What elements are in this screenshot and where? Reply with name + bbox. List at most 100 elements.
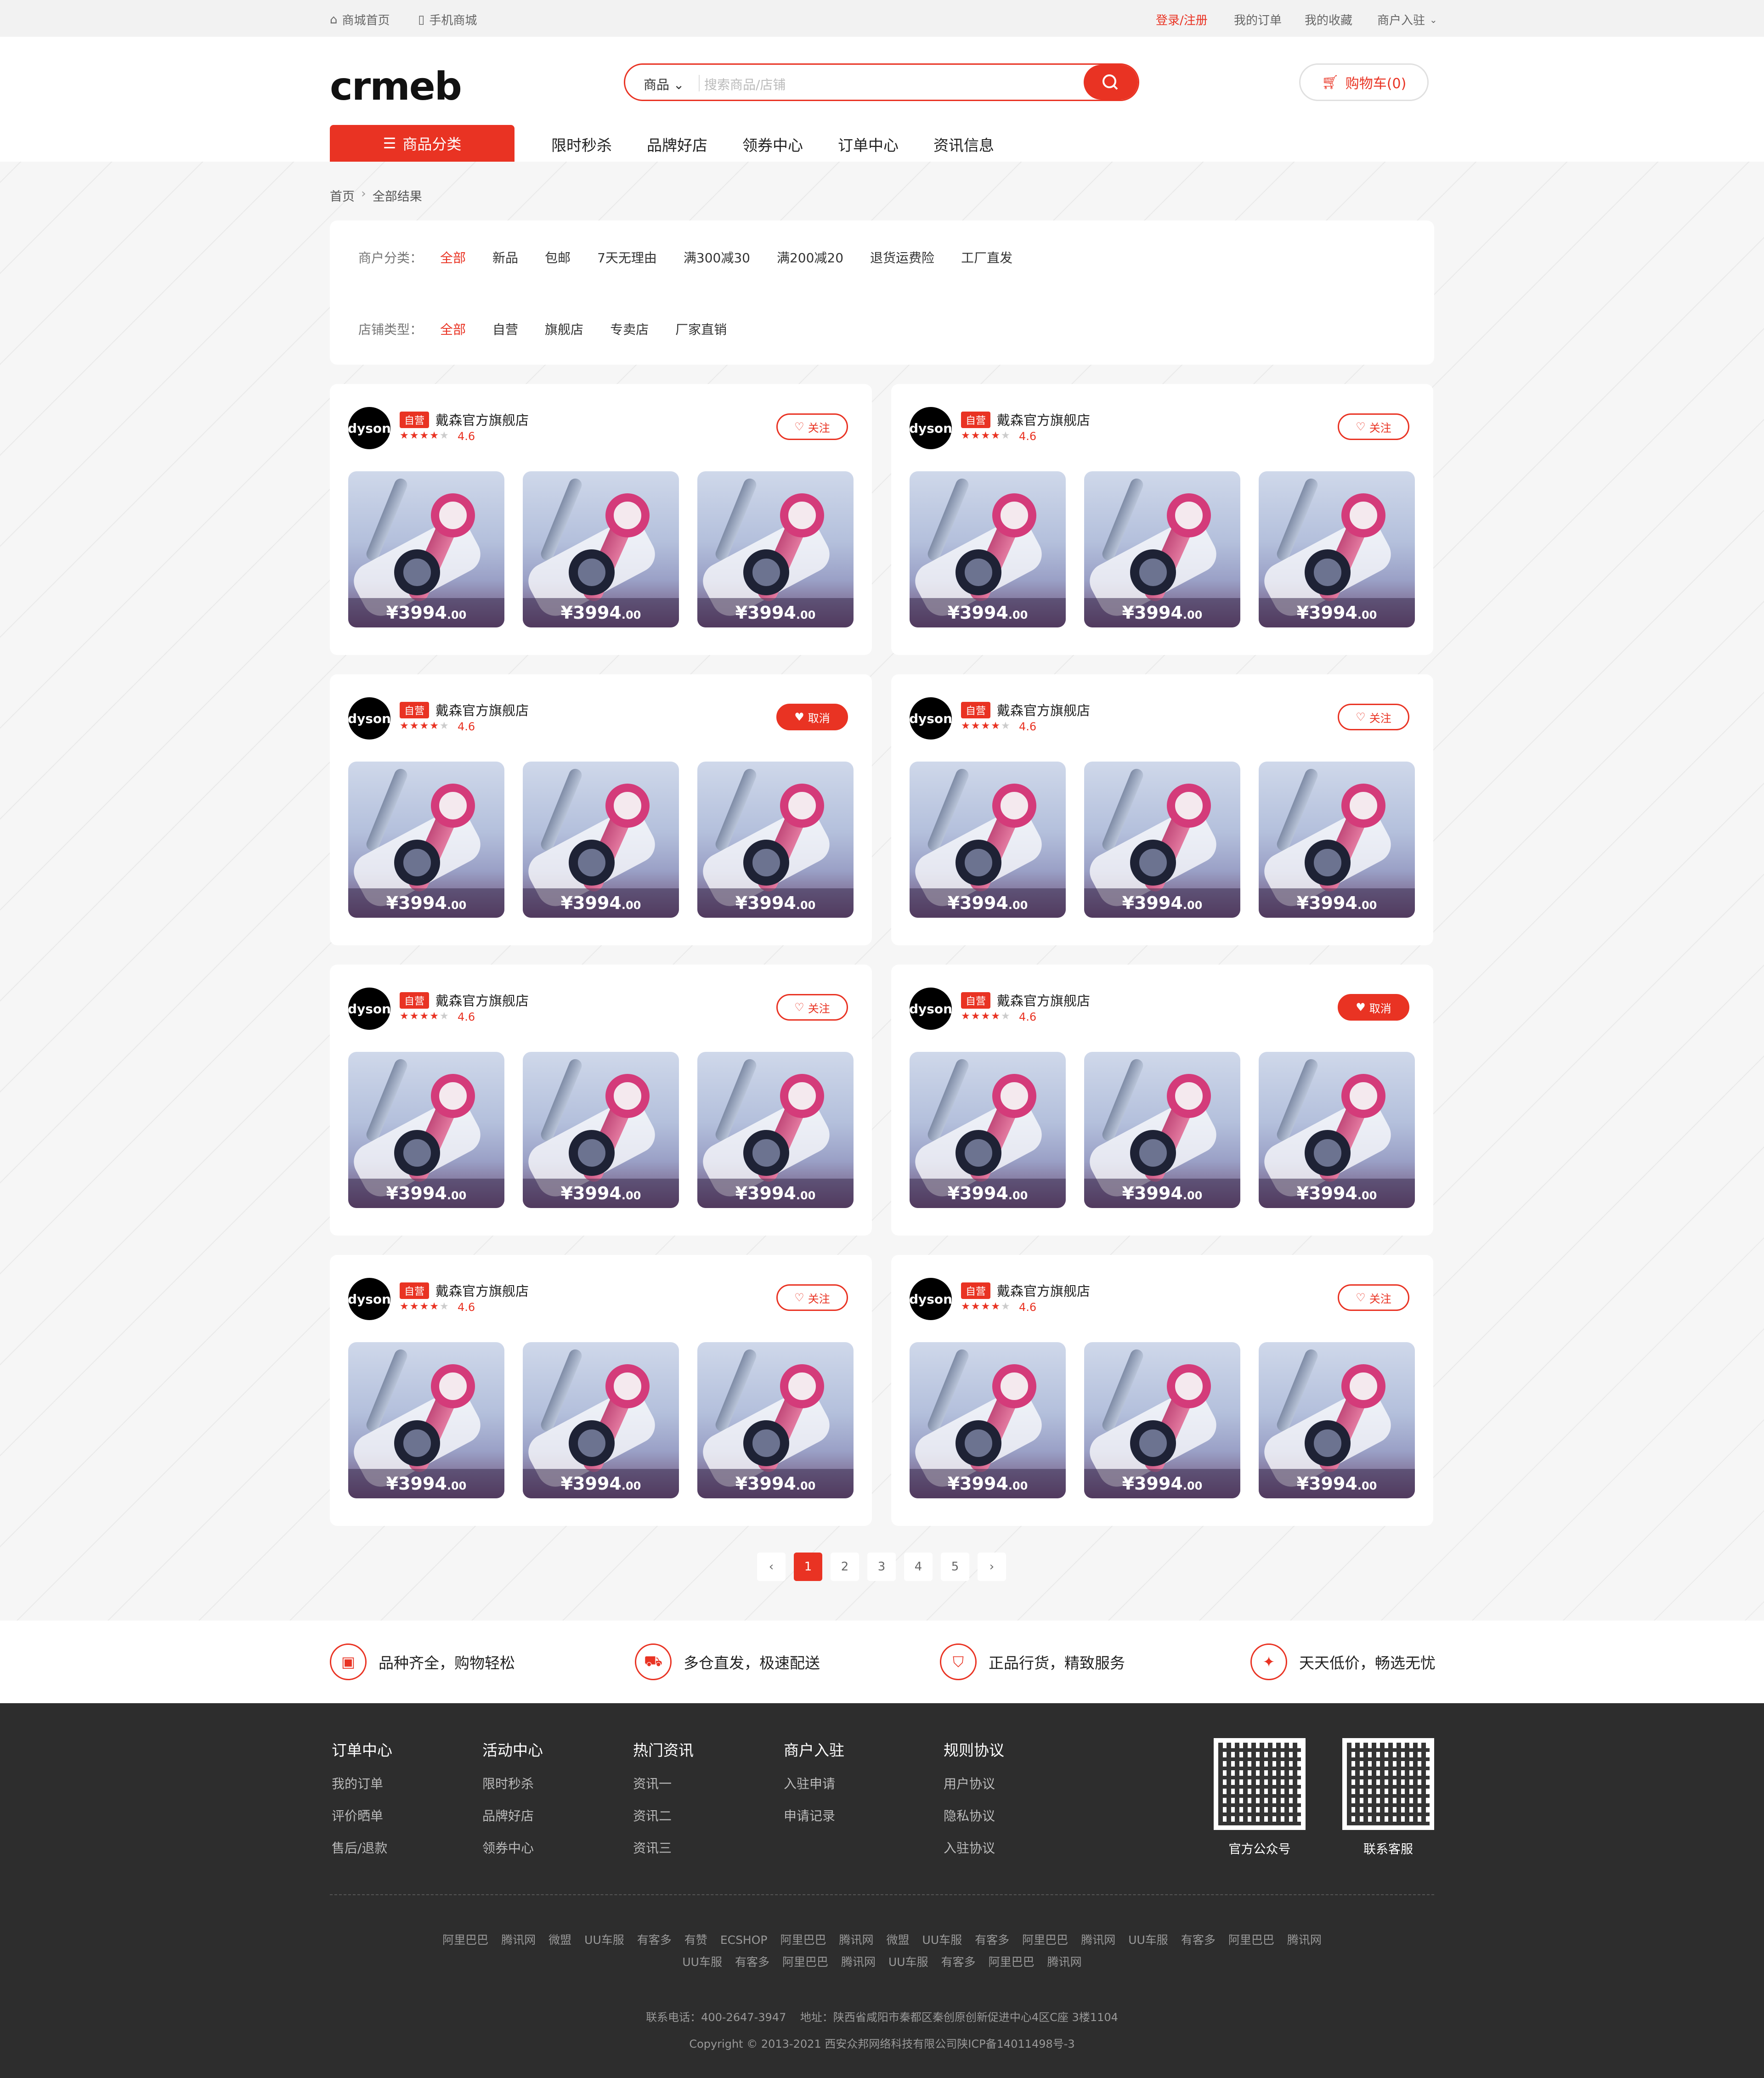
store-name[interactable]: 戴森官方旗舰店: [997, 410, 1090, 429]
footer-link[interactable]: 入驻申请: [784, 1774, 844, 1792]
friend-link[interactable]: 阿里巴巴: [442, 1933, 488, 1947]
product-thumbnail[interactable]: ¥3994.00: [1084, 762, 1240, 918]
follow-button[interactable]: ♡ 关注: [1338, 1284, 1409, 1311]
friend-link[interactable]: 阿里巴巴: [1022, 1933, 1068, 1947]
page-button[interactable]: 3: [867, 1553, 896, 1581]
friend-link[interactable]: 微盟: [887, 1933, 910, 1947]
product-thumbnail[interactable]: ¥3994.00: [910, 762, 1066, 918]
store-type-option[interactable]: 旗舰店: [545, 320, 583, 338]
footer-link[interactable]: 入驻协议: [944, 1838, 1004, 1857]
footer-link[interactable]: 限时秒杀: [482, 1774, 543, 1792]
product-thumbnail[interactable]: ¥3994.00: [1084, 471, 1240, 627]
merchant-option[interactable]: 包邮: [545, 248, 571, 266]
product-thumbnail[interactable]: ¥3994.00: [523, 762, 679, 918]
product-thumbnail[interactable]: ¥3994.00: [697, 471, 854, 627]
friend-link[interactable]: 有客多: [1181, 1933, 1216, 1947]
follow-button[interactable]: ♡ 关注: [1338, 413, 1409, 440]
footer-link[interactable]: 售后/退款: [332, 1838, 392, 1857]
friend-link[interactable]: 腾讯网: [839, 1933, 874, 1947]
cart-button[interactable]: 🛒︎ 购物车(0): [1299, 63, 1429, 101]
merchant-option[interactable]: 满300减30: [684, 248, 750, 266]
friend-link[interactable]: 阿里巴巴: [782, 1955, 828, 1969]
store-name[interactable]: 戴森官方旗舰店: [435, 990, 529, 1010]
footer-link[interactable]: 用户协议: [944, 1774, 1004, 1792]
friend-link[interactable]: 腾讯网: [1047, 1955, 1082, 1969]
friend-link[interactable]: ECSHOP: [720, 1933, 768, 1947]
footer-link[interactable]: 申请记录: [784, 1806, 844, 1824]
page-button[interactable]: 1: [794, 1553, 822, 1581]
my-orders-link[interactable]: 我的订单: [1234, 11, 1282, 28]
search-input[interactable]: 搜索商品/店铺: [704, 75, 786, 93]
store-avatar[interactable]: dyson: [348, 1278, 391, 1320]
follow-button[interactable]: ♥ 取消: [1338, 994, 1409, 1021]
site-logo[interactable]: crmeb: [330, 67, 462, 106]
store-avatar[interactable]: dyson: [909, 1278, 952, 1320]
product-thumbnail[interactable]: ¥3994.00: [697, 1342, 854, 1498]
friend-link[interactable]: 阿里巴巴: [780, 1933, 826, 1947]
friend-link[interactable]: UU车服: [584, 1933, 624, 1947]
nav-flash-sale[interactable]: 限时秒杀: [551, 133, 612, 155]
store-name[interactable]: 戴森官方旗舰店: [435, 700, 529, 719]
nav-brand-stores[interactable]: 品牌好店: [647, 133, 707, 155]
merchant-option[interactable]: 新品: [492, 248, 518, 266]
friend-link[interactable]: 有客多: [735, 1955, 769, 1969]
page-button[interactable]: 5: [941, 1553, 969, 1581]
product-thumbnail[interactable]: ¥3994.00: [348, 762, 504, 918]
product-thumbnail[interactable]: ¥3994.00: [697, 762, 854, 918]
follow-button[interactable]: ♡ 关注: [776, 994, 848, 1021]
follow-button[interactable]: ♡ 关注: [776, 413, 848, 440]
prev-page-button[interactable]: ‹: [757, 1553, 786, 1581]
merchant-option[interactable]: 工厂直发: [961, 248, 1012, 266]
merchant-option[interactable]: 满200减20: [777, 248, 843, 266]
footer-link[interactable]: 资讯一: [633, 1774, 694, 1792]
store-type-option[interactable]: 全部: [440, 320, 466, 338]
merchant-option[interactable]: 全部: [440, 248, 466, 266]
friend-link[interactable]: 有客多: [975, 1933, 1009, 1947]
friend-link[interactable]: 微盟: [548, 1933, 571, 1947]
product-thumbnail[interactable]: ¥3994.00: [910, 471, 1066, 627]
footer-link[interactable]: 评价晒单: [332, 1806, 392, 1824]
product-thumbnail[interactable]: ¥3994.00: [697, 1052, 854, 1208]
friend-link[interactable]: UU车服: [888, 1955, 928, 1969]
product-thumbnail[interactable]: ¥3994.00: [1084, 1342, 1240, 1498]
merchant-option[interactable]: 7天无理由: [597, 248, 657, 266]
store-avatar[interactable]: dyson: [909, 988, 952, 1030]
footer-link[interactable]: 领券中心: [482, 1838, 543, 1857]
product-thumbnail[interactable]: ¥3994.00: [1259, 1342, 1415, 1498]
store-avatar[interactable]: dyson: [348, 407, 391, 449]
breadcrumb-home[interactable]: 首页: [330, 186, 355, 204]
my-favorites-link[interactable]: 我的收藏: [1305, 11, 1352, 28]
page-button[interactable]: 4: [904, 1553, 933, 1581]
login-register-link[interactable]: 登录/注册: [1156, 11, 1208, 28]
product-thumbnail[interactable]: ¥3994.00: [1259, 471, 1415, 627]
nav-news[interactable]: 资讯信息: [933, 133, 994, 155]
store-name[interactable]: 戴森官方旗舰店: [997, 990, 1090, 1010]
footer-link[interactable]: 品牌好店: [482, 1806, 543, 1824]
store-avatar[interactable]: dyson: [348, 988, 391, 1030]
product-thumbnail[interactable]: ¥3994.00: [523, 1052, 679, 1208]
merchant-option[interactable]: 退货运费险: [870, 248, 934, 266]
follow-button[interactable]: ♥ 取消: [776, 704, 848, 730]
product-thumbnail[interactable]: ¥3994.00: [1259, 762, 1415, 918]
friend-link[interactable]: UU车服: [682, 1955, 722, 1969]
store-avatar[interactable]: dyson: [909, 697, 952, 740]
friend-link[interactable]: 阿里巴巴: [1228, 1933, 1274, 1947]
nav-order-center[interactable]: 订单中心: [838, 133, 899, 155]
product-thumbnail[interactable]: ¥3994.00: [910, 1052, 1066, 1208]
friend-link[interactable]: 有客多: [637, 1933, 672, 1947]
friend-link[interactable]: 腾讯网: [1287, 1933, 1322, 1947]
product-thumbnail[interactable]: ¥3994.00: [910, 1342, 1066, 1498]
store-name[interactable]: 戴森官方旗舰店: [435, 410, 529, 429]
footer-link[interactable]: 隐私协议: [944, 1806, 1004, 1824]
product-thumbnail[interactable]: ¥3994.00: [348, 471, 504, 627]
friend-link[interactable]: 腾讯网: [1081, 1933, 1115, 1947]
topbar-home-link[interactable]: ⌂ 商城首页: [330, 11, 390, 28]
product-thumbnail[interactable]: ¥3994.00: [348, 1342, 504, 1498]
friend-link[interactable]: 有赞: [684, 1933, 707, 1947]
store-type-option[interactable]: 专卖店: [610, 320, 649, 338]
store-type-option[interactable]: 厂家直销: [675, 320, 727, 338]
store-type-option[interactable]: 自营: [492, 320, 518, 338]
friend-link[interactable]: UU车服: [1128, 1933, 1168, 1947]
footer-link[interactable]: 我的订单: [332, 1774, 392, 1792]
friend-link[interactable]: UU车服: [922, 1933, 962, 1947]
